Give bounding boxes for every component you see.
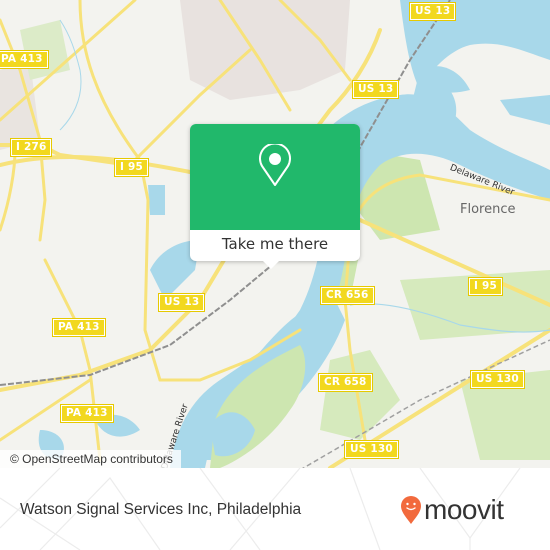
popup-header[interactable] [190,124,360,230]
map-view[interactable]: US 13 PA 413 US 13 I 276 I 95 I 95 US 13… [0,0,550,468]
footer: Watson Signal Services Inc, Philadelphia… [0,468,550,550]
map-pin-icon [259,144,291,186]
road-shield-us13: US 13 [157,293,206,312]
place-name: Watson Signal Services Inc, Philadelphia [20,501,302,518]
road-pa413 [43,258,102,462]
road-shield-pa413: PA 413 [52,318,106,337]
take-me-there-button[interactable]: Take me there [190,230,360,261]
road-shield-i276: I 276 [9,138,53,157]
road-shield-pa413: PA 413 [0,50,49,69]
moovit-logo[interactable]: moovit [400,492,504,528]
road-shield-pa413: PA 413 [60,404,114,423]
road-shield-cr656: CR 656 [320,286,375,305]
park-area [320,350,400,440]
lake [148,185,165,215]
road-shield-us130: US 130 [344,440,399,459]
road-us13-lower [0,248,232,392]
road-shield-us13: US 13 [408,2,457,21]
location-popup[interactable]: Take me there [190,124,360,269]
popup-pointer [262,260,280,269]
road-shield-i95: I 95 [114,158,149,177]
road-shield-us130: US 130 [470,370,525,389]
water-body [500,95,550,125]
urban-area [180,0,350,100]
moovit-wordmark: moovit [424,494,504,525]
road-shield-cr658: CR 658 [318,373,373,392]
road-shield-us13: US 13 [351,80,400,99]
road-shield-i95: I 95 [468,277,503,296]
place-label-florence: Florence [460,202,516,217]
map-attribution[interactable]: © OpenStreetMap contributors [0,450,181,468]
moovit-pin-icon [401,496,421,524]
